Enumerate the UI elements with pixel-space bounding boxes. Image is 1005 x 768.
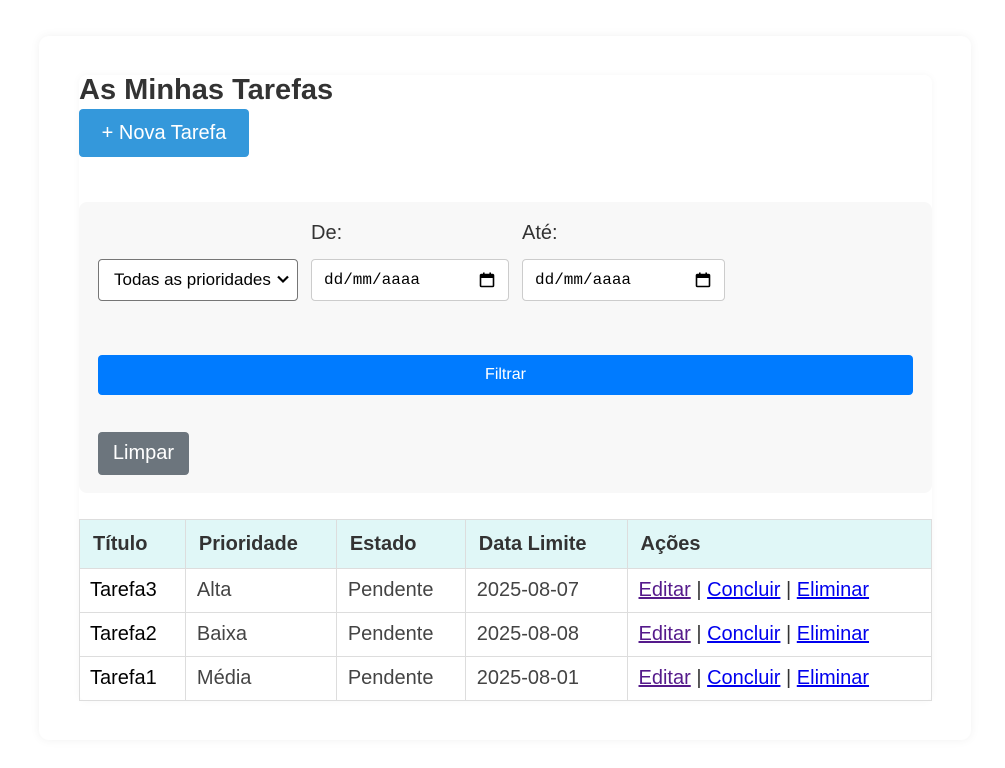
chevron-down-icon bbox=[277, 275, 289, 284]
table-row: Tarefa1 Média Pendente 2025-08-01 Editar… bbox=[79, 656, 933, 701]
task-due-date: 2025-08-08 bbox=[464, 612, 628, 657]
task-actions: Editar | Concluir | Eliminar bbox=[626, 612, 933, 657]
filter-panel bbox=[79, 202, 932, 493]
complete-link[interactable]: Concluir bbox=[707, 623, 780, 645]
new-task-button[interactable]: + Nova Tarefa bbox=[79, 109, 249, 157]
complete-link[interactable]: Concluir bbox=[707, 667, 780, 689]
delete-link[interactable]: Eliminar bbox=[797, 623, 869, 645]
filter-button[interactable]: Filtrar bbox=[98, 355, 913, 395]
action-separator: | bbox=[786, 579, 792, 601]
task-due-date: 2025-08-07 bbox=[464, 568, 628, 613]
tasks-table: Título Prioridade Estado Data Limite Açõ… bbox=[79, 519, 933, 701]
table-row: Tarefa2 Baixa Pendente 2025-08-08 Editar… bbox=[79, 612, 933, 657]
table-header-row: Título Prioridade Estado Data Limite Açõ… bbox=[79, 519, 933, 569]
calendar-icon[interactable] bbox=[695, 272, 711, 288]
task-priority: Baixa bbox=[184, 612, 337, 657]
task-status: Pendente bbox=[335, 656, 466, 701]
action-separator: | bbox=[696, 579, 702, 601]
action-separator: | bbox=[696, 667, 702, 689]
delete-link[interactable]: Eliminar bbox=[797, 667, 869, 689]
priority-select-value: Todas as prioridades bbox=[114, 270, 271, 289]
task-title: Tarefa2 bbox=[79, 612, 186, 657]
column-header-title: Título bbox=[79, 519, 186, 569]
task-actions: Editar | Concluir | Eliminar bbox=[626, 656, 933, 701]
task-status: Pendente bbox=[335, 568, 466, 613]
action-separator: | bbox=[786, 623, 792, 645]
task-title: Tarefa3 bbox=[79, 568, 186, 613]
column-header-status: Estado bbox=[335, 519, 466, 569]
clear-button[interactable]: Limpar bbox=[98, 432, 189, 475]
column-header-actions: Ações bbox=[626, 519, 933, 569]
page-title: As Minhas Tarefas bbox=[79, 74, 334, 106]
edit-link[interactable]: Editar bbox=[639, 579, 691, 601]
edit-link[interactable]: Editar bbox=[639, 623, 691, 645]
to-date-placeholder: dd/mm/aaaa bbox=[535, 271, 632, 289]
from-date-label: De: bbox=[311, 222, 343, 244]
task-status: Pendente bbox=[335, 612, 466, 657]
task-title: Tarefa1 bbox=[79, 656, 186, 701]
to-date-label: Até: bbox=[522, 222, 558, 244]
column-header-due-date: Data Limite bbox=[464, 519, 628, 569]
complete-link[interactable]: Concluir bbox=[707, 579, 780, 601]
task-priority: Média bbox=[184, 656, 337, 701]
task-priority: Alta bbox=[184, 568, 337, 613]
action-separator: | bbox=[786, 667, 792, 689]
edit-link[interactable]: Editar bbox=[639, 667, 691, 689]
column-header-priority: Prioridade bbox=[184, 519, 337, 569]
delete-link[interactable]: Eliminar bbox=[797, 579, 869, 601]
from-date-input[interactable]: dd/mm/aaaa bbox=[311, 259, 509, 301]
priority-select[interactable]: Todas as prioridades bbox=[98, 259, 298, 301]
task-due-date: 2025-08-01 bbox=[464, 656, 628, 701]
from-date-placeholder: dd/mm/aaaa bbox=[324, 271, 421, 289]
task-actions: Editar | Concluir | Eliminar bbox=[626, 568, 933, 613]
table-row: Tarefa3 Alta Pendente 2025-08-07 Editar … bbox=[79, 568, 933, 613]
action-separator: | bbox=[696, 623, 702, 645]
to-date-input[interactable]: dd/mm/aaaa bbox=[522, 259, 725, 301]
calendar-icon[interactable] bbox=[479, 272, 495, 288]
